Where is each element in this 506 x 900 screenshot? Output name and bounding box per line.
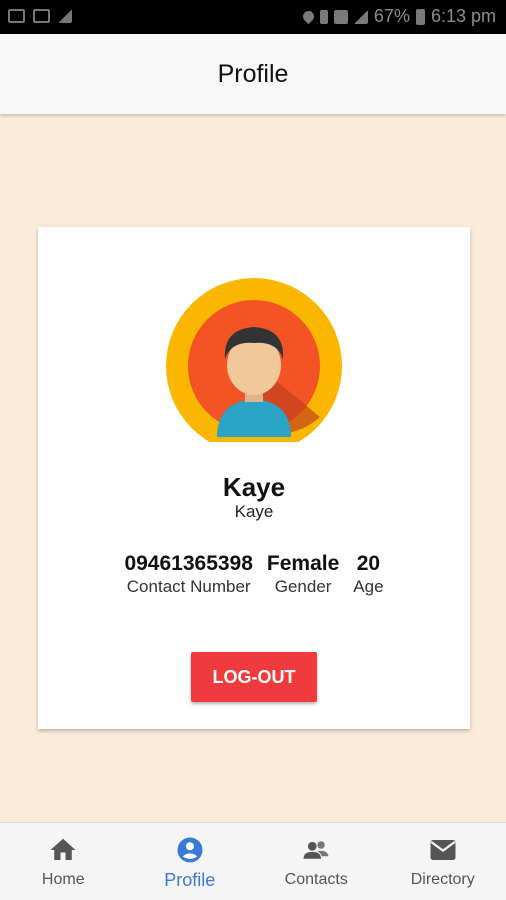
home-icon (50, 838, 76, 860)
system-status: 67% 6:13 pm (300, 6, 496, 27)
location-icon (300, 8, 317, 25)
battery-percent: 67% (373, 6, 410, 26)
mute-icon (319, 9, 328, 24)
logout-button[interactable]: LOG-OUT (191, 652, 317, 702)
nav-item-profile[interactable]: Profile (127, 823, 254, 900)
page-title: Profile (217, 59, 289, 88)
nav-item-home[interactable]: Home (0, 823, 127, 900)
nav-item-directory[interactable]: Directory (380, 823, 506, 900)
contacts-icon (303, 841, 329, 859)
battery-icon (415, 8, 425, 25)
stat-value: Female (266, 552, 340, 575)
account-circle-icon (177, 837, 203, 863)
nav-item-contacts[interactable]: Contacts (253, 823, 380, 900)
profile-name: Kaye (222, 472, 286, 502)
profile-card: Kaye Kaye 09461365398 Contact Number Fem… (38, 227, 470, 729)
cell-signal-icon (353, 9, 368, 24)
signal-notification-icon (58, 9, 72, 23)
image-notification-icon (8, 9, 25, 23)
stat-age: 20 Age (353, 552, 383, 598)
status-bar: 67% 6:13 pm (0, 0, 506, 34)
stat-label: Gender (274, 577, 332, 596)
profile-username: Kaye (234, 502, 274, 521)
youtube-notification-icon (33, 9, 50, 23)
wifi-icon (333, 9, 348, 24)
nav-label: Home (41, 871, 85, 888)
nav-label: Profile (164, 870, 216, 890)
clock: 6:13 pm (430, 6, 496, 26)
nav-label: Contacts (284, 871, 348, 888)
stat-value: 09461365398 (124, 552, 253, 575)
bottom-navigation: Home Profile Contacts Directory (0, 822, 506, 900)
stat-label: Age (353, 577, 384, 596)
mail-icon (430, 840, 456, 860)
nav-label: Directory (410, 871, 475, 888)
profile-stats: 09461365398 Contact Number Female Gender… (38, 552, 470, 598)
avatar (166, 278, 342, 442)
stat-contact-number: 09461365398 Contact Number (124, 552, 252, 598)
app-bar: Profile (0, 34, 506, 114)
stat-label: Contact Number (126, 577, 251, 596)
notification-icons (8, 9, 72, 23)
stat-gender: Female Gender (267, 552, 339, 598)
stat-value: 20 (356, 552, 381, 575)
